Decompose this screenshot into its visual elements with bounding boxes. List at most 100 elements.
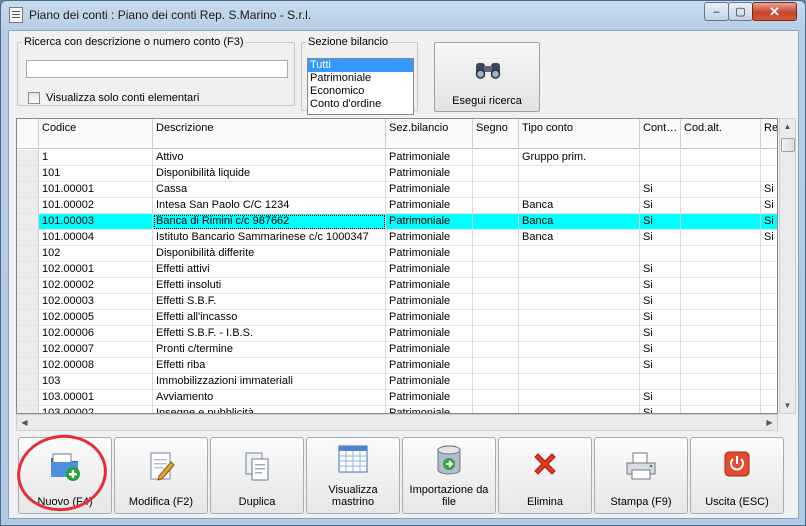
- cell-cont[interactable]: Si: [640, 358, 681, 374]
- cell-descrizione[interactable]: Intesa San Paolo C/C 1234: [153, 198, 386, 214]
- cell-tipo-conto[interactable]: [519, 310, 640, 326]
- cell-sez-bilancio[interactable]: Patrimoniale: [386, 198, 473, 214]
- cell-re[interactable]: [761, 278, 777, 294]
- cell-cod-alt[interactable]: [681, 278, 761, 294]
- cell-re[interactable]: [761, 326, 777, 342]
- cell-segno[interactable]: [473, 278, 519, 294]
- cell-cont[interactable]: Si: [640, 390, 681, 406]
- cell-re[interactable]: Si: [761, 198, 777, 214]
- cell-segno[interactable]: [473, 310, 519, 326]
- nuovo-button[interactable]: Nuovo (F4): [18, 437, 112, 514]
- esegui-ricerca-button[interactable]: Esegui ricerca: [434, 42, 540, 112]
- cell-cod-alt[interactable]: [681, 150, 761, 166]
- cell-tipo-conto[interactable]: [519, 406, 640, 413]
- table-row[interactable]: 102.00008 Effetti riba Patrimoniale Si: [17, 358, 777, 374]
- cell-re[interactable]: [761, 166, 777, 182]
- row-indicator[interactable]: [17, 230, 39, 246]
- cell-cod-alt[interactable]: [681, 358, 761, 374]
- cell-re[interactable]: [761, 262, 777, 278]
- cell-codice[interactable]: 101.00003: [39, 214, 153, 230]
- cell-re[interactable]: Si: [761, 214, 777, 230]
- cell-descrizione[interactable]: Effetti insoluti: [153, 278, 386, 294]
- cell-descrizione[interactable]: Avviamento: [153, 390, 386, 406]
- table-row[interactable]: 102.00001 Effetti attivi Patrimoniale Si: [17, 262, 777, 278]
- table-row[interactable]: 102.00003 Effetti S.B.F. Patrimoniale Si: [17, 294, 777, 310]
- cell-tipo-conto[interactable]: [519, 182, 640, 198]
- cell-sez-bilancio[interactable]: Patrimoniale: [386, 230, 473, 246]
- sezione-option-conto-ordine[interactable]: Conto d'ordine: [308, 98, 413, 111]
- cell-re[interactable]: [761, 310, 777, 326]
- cell-descrizione[interactable]: Effetti attivi: [153, 262, 386, 278]
- table-row[interactable]: 101 Disponibilità liquide Patrimoniale: [17, 166, 777, 182]
- stampa-button[interactable]: Stampa (F9): [594, 437, 688, 514]
- solo-elementari-checkbox[interactable]: [28, 92, 40, 104]
- cell-cod-alt[interactable]: [681, 230, 761, 246]
- cell-sez-bilancio[interactable]: Patrimoniale: [386, 150, 473, 166]
- col-re[interactable]: Re: [761, 119, 777, 149]
- cell-descrizione[interactable]: Effetti riba: [153, 358, 386, 374]
- cell-segno[interactable]: [473, 166, 519, 182]
- cell-cod-alt[interactable]: [681, 374, 761, 390]
- cell-cod-alt[interactable]: [681, 342, 761, 358]
- cell-tipo-conto[interactable]: [519, 374, 640, 390]
- table-row[interactable]: 1 Attivo Patrimoniale Gruppo prim.: [17, 150, 777, 166]
- row-indicator[interactable]: [17, 214, 39, 230]
- cell-tipo-conto[interactable]: [519, 390, 640, 406]
- cell-cont[interactable]: Si: [640, 214, 681, 230]
- cell-codice[interactable]: 101.00004: [39, 230, 153, 246]
- cell-cont[interactable]: [640, 166, 681, 182]
- cell-tipo-conto[interactable]: [519, 166, 640, 182]
- cell-descrizione[interactable]: Cassa: [153, 182, 386, 198]
- cell-cont[interactable]: Si: [640, 310, 681, 326]
- cell-sez-bilancio[interactable]: Patrimoniale: [386, 358, 473, 374]
- row-indicator[interactable]: [17, 406, 39, 413]
- cell-codice[interactable]: 103: [39, 374, 153, 390]
- cell-re[interactable]: [761, 342, 777, 358]
- cell-re[interactable]: [761, 374, 777, 390]
- cell-tipo-conto[interactable]: Banca: [519, 214, 640, 230]
- cell-cont[interactable]: Si: [640, 342, 681, 358]
- cell-cont[interactable]: [640, 374, 681, 390]
- col-cont[interactable]: Cont…: [640, 119, 681, 149]
- cell-cod-alt[interactable]: [681, 390, 761, 406]
- cell-cod-alt[interactable]: [681, 166, 761, 182]
- col-descrizione[interactable]: Descrizione: [153, 119, 386, 149]
- cell-cod-alt[interactable]: [681, 294, 761, 310]
- table-row[interactable]: 101.00001 Cassa Patrimoniale Si Si: [17, 182, 777, 198]
- cell-cod-alt[interactable]: [681, 326, 761, 342]
- cell-cont[interactable]: [640, 246, 681, 262]
- cell-sez-bilancio[interactable]: Patrimoniale: [386, 374, 473, 390]
- row-indicator[interactable]: [17, 374, 39, 390]
- cell-descrizione[interactable]: Disponibilità liquide: [153, 166, 386, 182]
- cell-sez-bilancio[interactable]: Patrimoniale: [386, 246, 473, 262]
- sezione-option-economico[interactable]: Economico: [308, 85, 413, 98]
- document-list-icon[interactable]: [9, 7, 23, 23]
- cell-segno[interactable]: [473, 358, 519, 374]
- table-row[interactable]: 102 Disponibilità differite Patrimoniale: [17, 246, 777, 262]
- cell-tipo-conto[interactable]: [519, 342, 640, 358]
- duplica-button[interactable]: Duplica: [210, 437, 304, 514]
- vertical-scroll-thumb[interactable]: [781, 138, 795, 152]
- cell-sez-bilancio[interactable]: Patrimoniale: [386, 406, 473, 413]
- cell-segno[interactable]: [473, 214, 519, 230]
- search-input[interactable]: [26, 60, 288, 78]
- scroll-up-icon[interactable]: ▲: [780, 119, 795, 134]
- cell-tipo-conto[interactable]: Gruppo prim.: [519, 150, 640, 166]
- cell-codice[interactable]: 102.00008: [39, 358, 153, 374]
- conti-grid[interactable]: Codice Descrizione Sez.bilancio Segno Ti…: [16, 118, 778, 414]
- solo-elementari-row[interactable]: Visualizza solo conti elementari: [28, 92, 199, 104]
- cell-cont[interactable]: Si: [640, 230, 681, 246]
- cell-sez-bilancio[interactable]: Patrimoniale: [386, 310, 473, 326]
- uscita-button[interactable]: Uscita (ESC): [690, 437, 784, 514]
- row-indicator[interactable]: [17, 262, 39, 278]
- solo-elementari-label[interactable]: Visualizza solo conti elementari: [46, 92, 199, 104]
- visualizza-mastrino-button[interactable]: Visualizza mastrino: [306, 437, 400, 514]
- table-row[interactable]: 102.00005 Effetti all'incasso Patrimoniale…: [17, 310, 777, 326]
- cell-codice[interactable]: 102.00001: [39, 262, 153, 278]
- cell-segno[interactable]: [473, 150, 519, 166]
- horizontal-scrollbar[interactable]: ◀ ▶: [16, 414, 778, 431]
- col-segno[interactable]: Segno: [473, 119, 519, 149]
- sezione-option-patrimoniale[interactable]: Patrimoniale: [308, 72, 413, 85]
- row-indicator[interactable]: [17, 390, 39, 406]
- row-indicator[interactable]: [17, 294, 39, 310]
